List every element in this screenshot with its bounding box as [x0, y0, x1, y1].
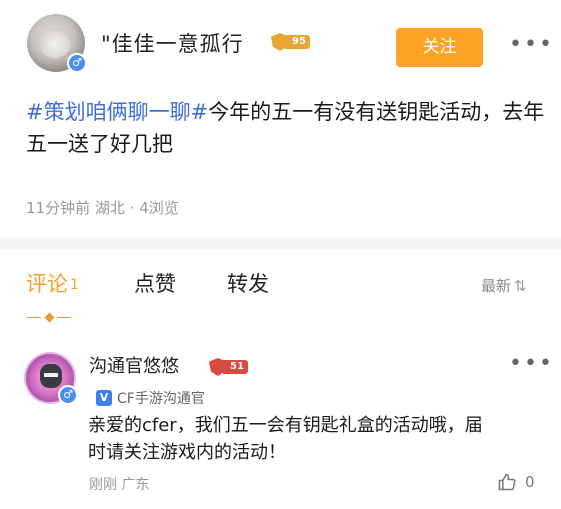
sort-label: 最新 — [481, 277, 512, 295]
thumbs-up-icon — [498, 473, 516, 491]
active-tab-indicator — [27, 312, 71, 324]
sort-toggle[interactable]: 最新 ⇅ — [481, 275, 527, 296]
level-badge: 95 — [271, 33, 310, 51]
tab-comments-count: 1 — [70, 277, 79, 293]
comment-location: 广东 — [121, 477, 150, 493]
section-divider — [0, 237, 561, 249]
avatar-image — [39, 28, 71, 58]
post-views: 4浏览 — [139, 199, 179, 217]
comment-text: 亲爱的cfer，我们五一会有钥匙礼盒的活动哦，届时请关注游戏内的活动！ — [88, 415, 483, 463]
verified-tag: V CF手游沟通官 — [96, 388, 205, 408]
author-username[interactable]: "佳佳一意孤行 — [101, 28, 244, 58]
interaction-tabs: 评论 1 点赞 转发 最新 ⇅ — [0, 268, 561, 308]
avatar-image — [40, 364, 62, 388]
commenter-avatar[interactable]: ♂ — [24, 352, 78, 405]
post-header: ♂ "佳佳一意孤行 95 关注 ••• — [0, 0, 561, 84]
comment-meta: 刚刚 广东 — [89, 474, 149, 494]
follow-button[interactable]: 关注 — [396, 28, 483, 67]
post-content: #策划咱俩聊一聊#今年的五一有没有送钥匙活动，去年五一送了好几把 — [26, 96, 546, 160]
meta-separator: · — [129, 199, 135, 217]
commenter-username[interactable]: 沟通官悠悠 — [89, 352, 179, 378]
like-count: 0 — [525, 473, 535, 491]
verified-icon: V — [96, 390, 112, 406]
post-location: 湖北 — [94, 199, 125, 217]
author-avatar[interactable]: ♂ — [27, 14, 87, 73]
comment-more-options-icon[interactable]: ••• — [509, 353, 554, 375]
sort-icon: ⇅ — [514, 277, 527, 295]
tab-comments[interactable]: 评论 1 — [26, 268, 79, 298]
like-button[interactable]: 0 — [497, 472, 535, 492]
level-badge: 51 — [209, 358, 248, 376]
male-gender-icon: ♂ — [58, 385, 78, 405]
tab-reposts[interactable]: 转发 — [227, 268, 269, 298]
verified-label: CF手游沟通官 — [117, 391, 205, 407]
comment-time: 刚刚 — [89, 477, 117, 493]
post-hashtag[interactable]: #策划咱俩聊一聊# — [26, 100, 208, 124]
post-time: 11分钟前 — [26, 199, 91, 217]
tab-comments-label: 评论 — [26, 272, 68, 296]
tab-likes[interactable]: 点赞 — [134, 268, 176, 298]
post-meta: 11分钟前 湖北 · 4浏览 — [26, 197, 179, 218]
more-options-icon[interactable]: ••• — [509, 34, 554, 56]
male-gender-icon: ♂ — [67, 53, 87, 73]
